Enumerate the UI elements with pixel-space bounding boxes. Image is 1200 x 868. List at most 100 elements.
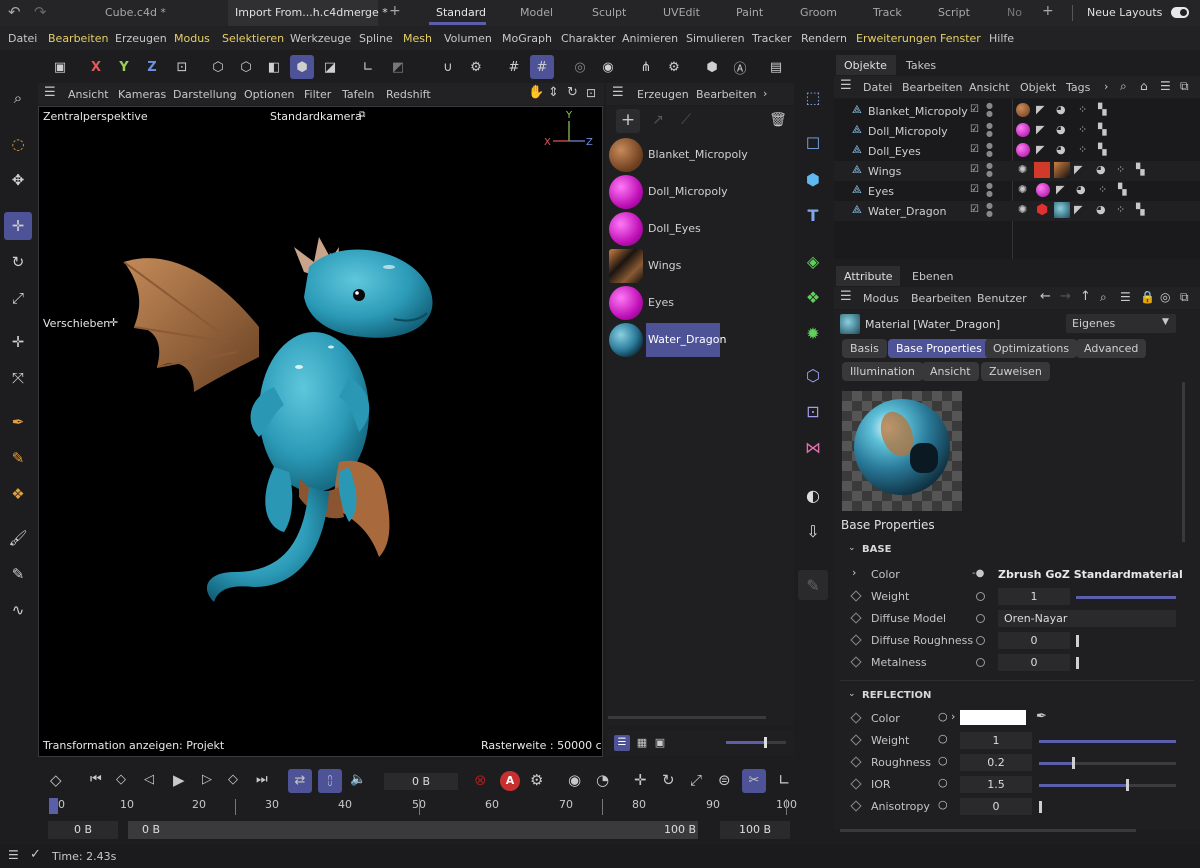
render-view-icon[interactable]: ⬢ bbox=[700, 55, 724, 79]
text-object-icon[interactable]: T bbox=[798, 200, 828, 230]
menu-tracker[interactable]: Tracker bbox=[752, 32, 792, 45]
record-icon[interactable]: ⊗ bbox=[474, 771, 487, 789]
material-tag-icon[interactable] bbox=[1016, 123, 1030, 137]
back-arrow-icon[interactable]: ← bbox=[1040, 289, 1051, 304]
reflection-weight-slider[interactable] bbox=[1039, 740, 1176, 743]
menu-volumen[interactable]: Volumen bbox=[444, 32, 492, 45]
hamburger-icon[interactable]: ☰ bbox=[840, 289, 852, 304]
material-item[interactable]: Doll_Micropoly bbox=[606, 173, 794, 210]
workplane-icon[interactable]: # bbox=[530, 55, 554, 79]
menu-modus[interactable]: Modus bbox=[174, 32, 210, 45]
pan-icon[interactable]: ✋ bbox=[528, 85, 544, 100]
menu-fenster[interactable]: Fenster bbox=[940, 32, 981, 45]
soft-selection-icon[interactable]: ◎ bbox=[568, 55, 592, 79]
environment-icon[interactable]: ◐ bbox=[798, 480, 828, 510]
phong-tag-icon[interactable]: ◤ bbox=[1036, 103, 1044, 116]
subtab-zuweisen[interactable]: Zuweisen bbox=[981, 362, 1050, 381]
menu-charakter[interactable]: Charakter bbox=[561, 32, 616, 45]
edit-visibility-icon[interactable]: ☑ bbox=[970, 164, 979, 175]
material-item[interactable]: Blanket_Micropoly bbox=[606, 136, 794, 173]
roughness-slider[interactable] bbox=[1039, 762, 1176, 765]
material-menu-bearbeiten[interactable]: Bearbeiten bbox=[696, 88, 756, 101]
polygons-mode-icon[interactable]: ◧ bbox=[262, 55, 286, 79]
object-row[interactable]: ⟁ Wings ☑ ● ● ✺ ◤ ◕ ⁘ ▚ bbox=[834, 161, 1200, 181]
edit-visibility-icon[interactable]: ☑ bbox=[970, 184, 979, 195]
spline-pen-icon[interactable]: ✒ bbox=[4, 408, 32, 436]
previous-key-icon[interactable]: ◇ bbox=[116, 772, 126, 787]
zoom-slider-knob[interactable] bbox=[764, 737, 767, 748]
pick-material-icon[interactable]: ⟋ bbox=[674, 109, 698, 133]
objects-menu-objekt[interactable]: Objekt bbox=[1020, 81, 1056, 94]
range-end-field[interactable]: 100 B bbox=[720, 821, 790, 839]
edit-visibility-icon[interactable]: ☑ bbox=[970, 124, 979, 135]
spline-draw-icon[interactable]: ∿ bbox=[4, 596, 32, 624]
material-tag-icon[interactable] bbox=[1036, 183, 1050, 197]
orbit-icon[interactable]: ↻ bbox=[567, 85, 578, 100]
timeline-mode-icon[interactable]: ⩇ bbox=[318, 769, 342, 793]
material-item[interactable]: Wings bbox=[606, 247, 794, 284]
sun-tag-icon[interactable]: ✺ bbox=[1018, 163, 1027, 176]
visibility-dots-icon[interactable]: ● ● bbox=[986, 202, 993, 218]
slider-knob[interactable] bbox=[1076, 657, 1079, 669]
phong-tag-icon[interactable]: ◤ bbox=[1036, 123, 1044, 136]
keyframe-diamond-icon[interactable] bbox=[850, 634, 862, 646]
water-dragon-model[interactable] bbox=[109, 227, 489, 627]
sound-icon[interactable]: 🔈 bbox=[350, 772, 366, 787]
scale-tool-icon[interactable]: ⤢ bbox=[4, 284, 32, 312]
play-icon[interactable]: ▶ bbox=[173, 771, 185, 789]
horizontal-scrollbar[interactable] bbox=[608, 716, 766, 719]
hamburger-icon[interactable]: ☰ bbox=[612, 85, 624, 100]
move-snap-icon[interactable]: ✛ bbox=[4, 328, 32, 356]
base-weight-row[interactable]: Weight 1 bbox=[834, 586, 1200, 608]
uv-mode-icon[interactable]: ◪ bbox=[318, 55, 342, 79]
roughness-field[interactable]: 0.2 bbox=[960, 754, 1032, 771]
object-row[interactable]: ⟁ Eyes ☑ ● ● ✺ ◤ ◕ ⁘ ▚ bbox=[834, 181, 1200, 201]
go-to-end-icon[interactable]: ⏭ bbox=[256, 772, 268, 787]
ior-field[interactable]: 1.5 bbox=[960, 776, 1032, 793]
position-key-icon[interactable]: ✛ bbox=[634, 771, 647, 789]
metalness-field[interactable]: 0 bbox=[998, 654, 1070, 671]
lock-icon[interactable]: 🔒 bbox=[1140, 290, 1155, 304]
tweak-mode-icon[interactable]: ◩ bbox=[386, 55, 410, 79]
layout-track[interactable]: Track bbox=[873, 6, 902, 19]
slider-knob[interactable] bbox=[1039, 801, 1042, 813]
phong-tag-icon[interactable]: ◤ bbox=[1074, 163, 1082, 176]
timing-icon[interactable]: ◔ bbox=[596, 771, 609, 789]
reflection-weight-row[interactable]: Weight ○ 1 bbox=[834, 730, 1200, 752]
zoom-slider[interactable] bbox=[726, 737, 786, 748]
hamburger-icon[interactable]: ☰ bbox=[44, 85, 56, 100]
eyedropper-icon[interactable]: ✒ bbox=[1036, 709, 1047, 724]
layout-uvedit[interactable]: UVEdit bbox=[663, 6, 700, 19]
visibility-dots-icon[interactable]: ● ● bbox=[986, 182, 993, 198]
diffuse-roughness-field[interactable]: 0 bbox=[998, 632, 1070, 649]
render-active-icon[interactable]: Ⓐ bbox=[728, 55, 752, 79]
tab-import-doc[interactable]: Import From...h.c4dmerge * bbox=[235, 6, 388, 19]
viewport-menu-optionen[interactable]: Optionen bbox=[244, 88, 294, 101]
redo-icon[interactable]: ↷ bbox=[34, 3, 47, 21]
animate-circle-icon[interactable]: ○ bbox=[938, 798, 948, 811]
animate-circle-icon[interactable] bbox=[976, 658, 985, 667]
keyframe-diamond-icon[interactable] bbox=[850, 712, 862, 724]
up-arrow-icon[interactable]: ↑ bbox=[1080, 289, 1091, 304]
viewport-menu-darstellung[interactable]: Darstellung bbox=[173, 88, 237, 101]
dolly-icon[interactable]: ⇕ bbox=[548, 85, 559, 100]
reflection-color-row[interactable]: Color ○ › ✒ bbox=[834, 708, 1200, 730]
menu-spline[interactable]: Spline bbox=[359, 32, 393, 45]
chevron-right-icon[interactable]: › bbox=[951, 710, 955, 723]
slider-knob[interactable] bbox=[1126, 779, 1129, 791]
texture-tag-icon[interactable] bbox=[1054, 202, 1070, 218]
search-icon[interactable]: ⌕ bbox=[4, 84, 32, 112]
uvw-tag-icon[interactable]: ◕ bbox=[1076, 183, 1086, 196]
timeline-ruler[interactable]: 0 10 20 30 40 50 60 70 80 90 100 bbox=[46, 796, 797, 818]
selection-tag-icon[interactable]: ▚ bbox=[1098, 123, 1106, 136]
base-section-header[interactable]: ⌄ BASE bbox=[834, 540, 1200, 560]
search-icon[interactable]: ⌕ bbox=[1120, 79, 1127, 94]
new-window-icon[interactable]: ⧉ bbox=[1180, 79, 1189, 94]
chevron-right-icon[interactable]: › bbox=[852, 566, 856, 579]
apply-material-icon[interactable]: ↗ bbox=[646, 109, 670, 133]
animate-circle-icon[interactable]: ○ bbox=[938, 732, 948, 745]
next-key-icon[interactable]: ◇ bbox=[228, 772, 238, 787]
layout-script[interactable]: Script bbox=[938, 6, 970, 19]
tab-attribute[interactable]: Attribute bbox=[844, 270, 893, 283]
material-item-selected[interactable]: Water_Dragon bbox=[606, 321, 794, 358]
